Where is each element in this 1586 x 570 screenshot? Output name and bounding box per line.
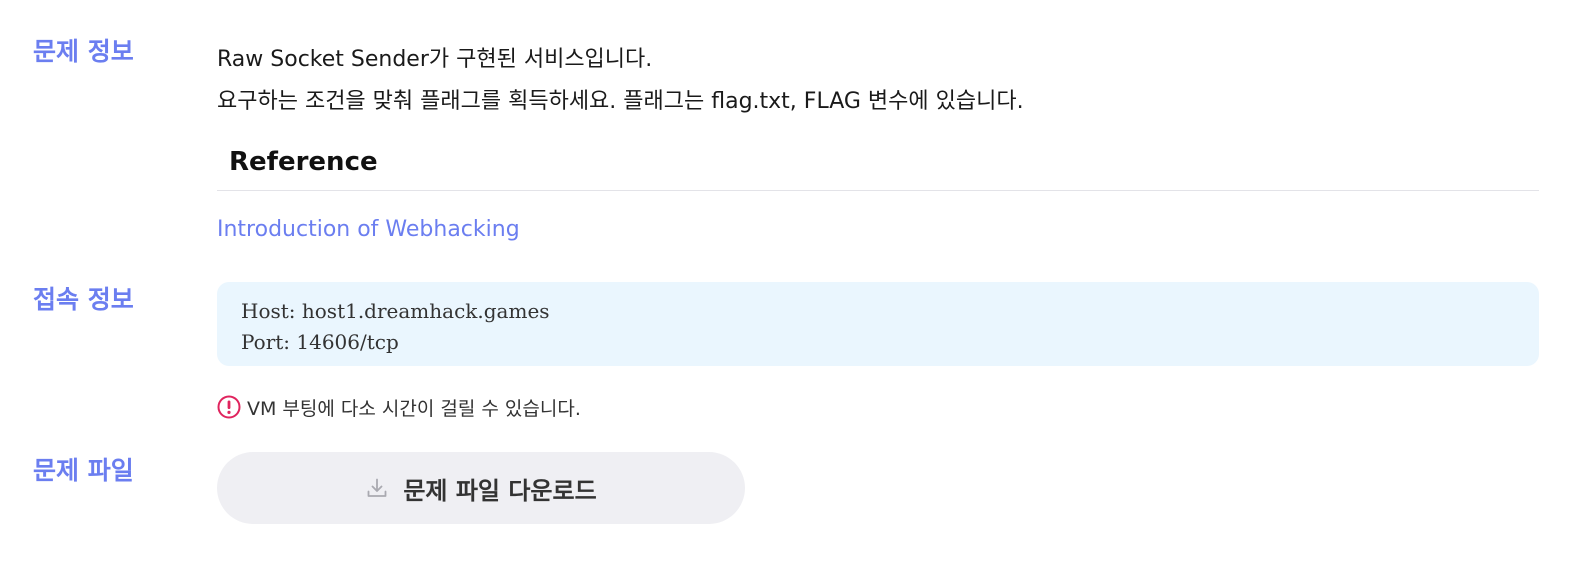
description-line-1: Raw Socket Sender가 구현된 서비스입니다. — [217, 47, 653, 72]
connection-info-box: Host: host1.dreamhack.games Port: 14606/… — [217, 282, 1539, 366]
problem-file-label: 문제 파일 — [33, 456, 134, 485]
reference-link[interactable]: Introduction of Webhacking — [217, 217, 520, 242]
reference-heading: Reference — [229, 147, 378, 177]
download-button-label: 문제 파일 다운로드 — [403, 476, 597, 505]
vm-boot-notice: VM 부팅에 다소 시간이 걸릴 수 있습니다. — [217, 394, 581, 420]
download-icon — [365, 476, 389, 500]
notice-text: VM 부팅에 다소 시간이 걸릴 수 있습니다. — [247, 397, 581, 420]
problem-info-label: 문제 정보 — [33, 37, 134, 66]
reference-divider — [217, 190, 1539, 191]
description-line-2: 요구하는 조건을 맞춰 플래그를 획득하세요. 플래그는 flag.txt, F… — [217, 89, 1024, 114]
connection-info-label: 접속 정보 — [33, 285, 134, 314]
alert-circle-icon — [217, 395, 241, 419]
host-text[interactable]: Host: host1.dreamhack.games — [241, 296, 1515, 327]
port-text[interactable]: Port: 14606/tcp — [241, 327, 1515, 358]
download-file-button[interactable]: 문제 파일 다운로드 — [217, 452, 745, 524]
